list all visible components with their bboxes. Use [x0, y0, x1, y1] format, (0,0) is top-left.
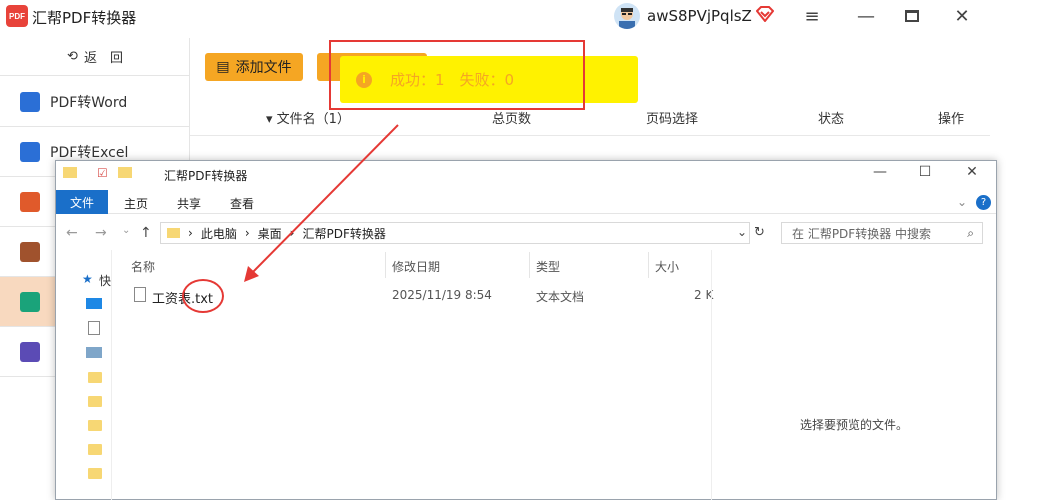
annotation-arrow [244, 124, 399, 282]
